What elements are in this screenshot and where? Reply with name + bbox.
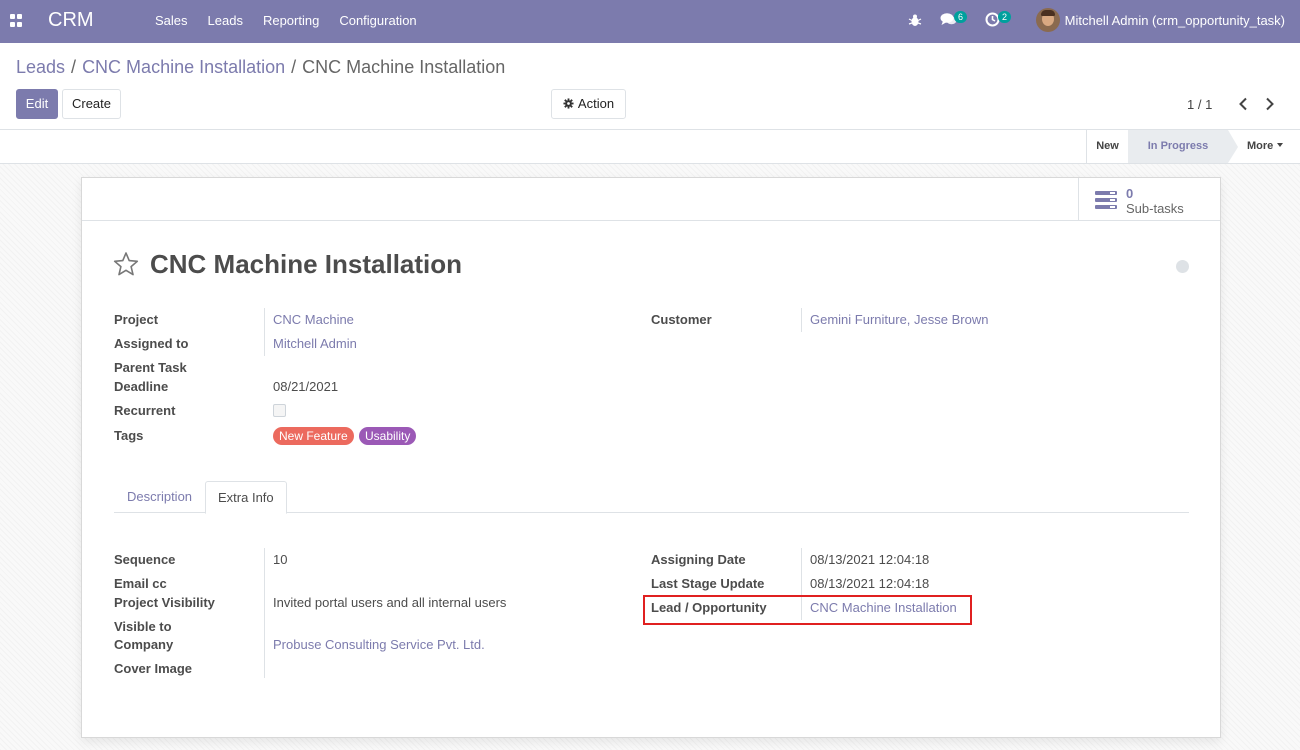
stage-new[interactable]: New — [1086, 130, 1128, 163]
tab-description[interactable]: Description — [115, 481, 204, 514]
stage-in-progress[interactable]: In Progress — [1128, 130, 1238, 163]
menu-item-configuration[interactable]: Configuration — [329, 0, 426, 43]
subtasks-count: 0 — [1126, 186, 1134, 201]
assigned-to-value[interactable]: Mitchell Admin — [273, 336, 357, 351]
recurrent-label: Recurrent — [114, 403, 176, 418]
last-stage-update-label: Last Stage Update — [651, 576, 765, 591]
sequence-value: 10 — [273, 552, 288, 567]
customer-value[interactable]: Gemini Furniture, Jesse Brown — [810, 312, 988, 327]
assigned-to-label: Assigned to — [114, 336, 189, 351]
more-label: More — [1247, 140, 1274, 152]
task-title: CNC Machine Installation — [150, 249, 463, 279]
main-menu: Sales Leads Reporting Configuration — [145, 0, 427, 43]
user-menu[interactable]: Mitchell Admin (crm_opportunity_task) — [1065, 13, 1285, 28]
chevron-right-icon[interactable] — [1265, 97, 1275, 111]
stage-more-dropdown[interactable]: More — [1247, 130, 1284, 163]
breadcrumb-separator: / — [71, 57, 77, 77]
pager-value[interactable]: 1 / 1 — [1187, 97, 1212, 112]
deadline-value: 08/21/2021 — [273, 379, 339, 394]
assigning-date-label: Assigning Date — [651, 552, 746, 567]
messages-count-badge: 6 — [954, 11, 968, 23]
assigning-date-value: 08/13/2021 12:04:18 — [810, 552, 930, 567]
project-visibility-label: Project Visibility — [114, 595, 215, 610]
breadcrumb: Leads / CNC Machine Installation / CNC M… — [16, 57, 505, 78]
project-label: Project — [114, 312, 159, 327]
tags-label: Tags — [114, 428, 144, 443]
field-divider — [264, 548, 265, 678]
breadcrumb-leads[interactable]: Leads — [16, 57, 65, 78]
chevron-left-icon[interactable] — [1238, 97, 1248, 111]
lead-opportunity-highlight — [643, 595, 972, 625]
company-value[interactable]: Probuse Consulting Service Pvt. Ltd. — [273, 637, 485, 652]
tag-new-feature[interactable]: New Feature — [273, 427, 354, 445]
last-stage-update-value: 08/13/2021 12:04:18 — [810, 576, 930, 591]
recurrent-checkbox[interactable] — [273, 404, 286, 417]
field-divider — [801, 308, 802, 332]
breadcrumb-opportunity[interactable]: CNC Machine Installation — [82, 57, 285, 78]
smart-button-box: 0 Sub-tasks — [82, 178, 1220, 221]
app-brand[interactable]: CRM — [48, 9, 94, 32]
kanban-state-indicator[interactable] — [1176, 260, 1189, 273]
user-avatar[interactable] — [1036, 8, 1060, 32]
field-divider — [264, 332, 265, 356]
field-divider — [264, 308, 265, 332]
breadcrumb-current: CNC Machine Installation — [302, 57, 506, 77]
action-label: Action — [577, 96, 615, 111]
subtasks-label: Sub-tasks — [1126, 201, 1184, 216]
company-label: Company — [114, 637, 174, 652]
stage-statusbar: New In Progress More — [0, 129, 1300, 164]
visible-to-label: Visible to — [114, 619, 172, 634]
subtasks-smart-button[interactable]: 0 Sub-tasks — [1078, 178, 1220, 220]
cover-image-label: Cover Image — [114, 661, 193, 676]
deadline-label: Deadline — [114, 379, 169, 394]
menu-item-sales[interactable]: Sales — [145, 0, 198, 43]
tasks-icon — [1095, 191, 1117, 209]
customer-label: Customer — [651, 312, 712, 327]
parent-task-label: Parent Task — [114, 360, 187, 375]
caret-down-icon — [1277, 143, 1284, 147]
form-sheet: 0 Sub-tasks CNC Machine Installation Pro… — [81, 177, 1221, 738]
notebook-tabs: Description Extra Info — [114, 481, 1189, 514]
top-navbar: CRM Sales Leads Reporting Configuration … — [0, 0, 1300, 43]
menu-item-leads[interactable]: Leads — [198, 0, 253, 43]
star-icon[interactable] — [113, 251, 139, 277]
action-button[interactable]: Action — [551, 89, 626, 119]
create-button[interactable]: Create — [62, 89, 121, 119]
tag-usability[interactable]: Usability — [359, 427, 417, 445]
edit-button[interactable]: Edit — [16, 89, 58, 119]
menu-item-reporting[interactable]: Reporting — [253, 0, 329, 43]
breadcrumb-separator: / — [291, 57, 297, 77]
email-cc-label: Email cc — [114, 576, 167, 591]
tab-extra-info[interactable]: Extra Info — [205, 481, 287, 514]
project-visibility-value: Invited portal users and all internal us… — [273, 595, 507, 610]
apps-menu-icon[interactable] — [10, 14, 23, 27]
gear-icon — [563, 98, 574, 109]
sequence-label: Sequence — [114, 552, 176, 567]
project-value[interactable]: CNC Machine — [273, 312, 354, 327]
activities-count-badge: 2 — [998, 11, 1012, 23]
bug-icon[interactable] — [908, 13, 922, 27]
